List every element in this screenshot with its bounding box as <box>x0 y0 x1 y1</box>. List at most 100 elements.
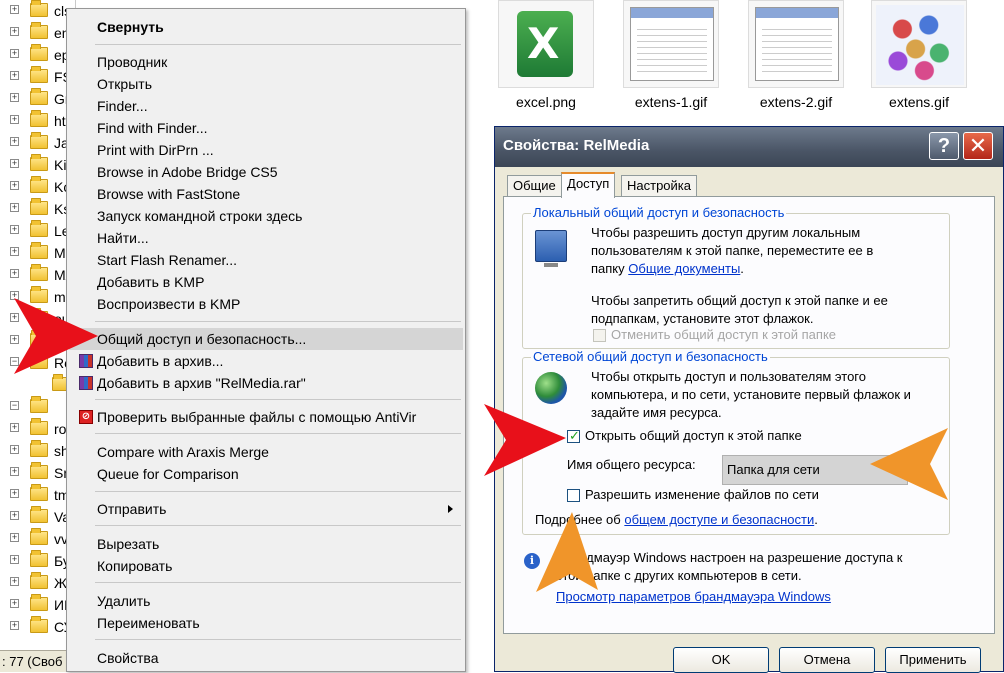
cancel-button[interactable]: Отмена <box>779 647 875 673</box>
expand-icon[interactable]: + <box>10 93 19 102</box>
menu-item[interactable]: Browse with FastStone <box>69 183 463 205</box>
menu-item[interactable]: Свернуть <box>69 16 463 38</box>
menu-item[interactable]: Воспроизвести в KMP <box>69 293 463 315</box>
tree-item[interactable]: + Бу <box>0 550 75 572</box>
tree-item[interactable]: + Va <box>0 506 75 528</box>
menu-item[interactable]: Добавить в архив "RelMedia.rar" <box>69 372 463 394</box>
thumbnail-extens-1[interactable]: extens-1.gif <box>616 0 726 110</box>
collapse-icon[interactable]: − <box>10 401 19 410</box>
tree-item[interactable]: + Le <box>0 220 75 242</box>
menu-item-label: Удалить <box>97 593 151 609</box>
menu-item[interactable]: Открыть <box>69 73 463 95</box>
tree-item[interactable]: − <box>0 396 75 418</box>
tree-item[interactable]: + vv <box>0 528 75 550</box>
expand-icon[interactable]: + <box>10 115 19 124</box>
menu-item[interactable]: Finder... <box>69 95 463 117</box>
ok-button[interactable]: OK <box>673 647 769 673</box>
help-button[interactable]: ? <box>929 132 959 160</box>
menu-item[interactable]: Browse in Adobe Bridge CS5 <box>69 161 463 183</box>
tab-general[interactable]: Общие <box>507 175 562 197</box>
menu-item[interactable]: Start Flash Renamer... <box>69 249 463 271</box>
tree-item[interactable]: + Kir <box>0 154 75 176</box>
menu-item-label: Запуск командной строки здесь <box>97 208 303 224</box>
allow-change-checkbox[interactable] <box>567 489 580 502</box>
context-menu: Свернуть Проводник Открыть Finder... Find wi… <box>66 8 466 672</box>
expand-icon[interactable]: + <box>10 71 19 80</box>
expand-icon[interactable]: + <box>10 467 19 476</box>
menu-item[interactable]: Удалить <box>69 590 463 612</box>
menu-item[interactable]: Найти... <box>69 227 463 249</box>
tree-item[interactable]: + Ks <box>0 198 75 220</box>
menu-item[interactable]: Find with Finder... <box>69 117 463 139</box>
tree-item[interactable]: + ep <box>0 44 75 66</box>
apply-button[interactable]: Применить <box>885 647 981 673</box>
expand-icon[interactable]: + <box>10 181 19 190</box>
menu-item[interactable]: Вырезать <box>69 533 463 555</box>
cubes-icon <box>871 0 967 88</box>
tab-customize[interactable]: Настройка <box>621 175 697 197</box>
expand-icon[interactable]: + <box>10 555 19 564</box>
tree-item[interactable]: + FS <box>0 66 75 88</box>
expand-icon[interactable]: + <box>10 621 19 630</box>
expand-icon[interactable]: + <box>10 489 19 498</box>
tree-item[interactable]: + ro <box>0 418 75 440</box>
menu-item[interactable]: Общий доступ и безопасность... <box>69 328 463 350</box>
menu-item[interactable]: Копировать <box>69 555 463 577</box>
menu-item[interactable]: Compare with Araxis Merge <box>69 441 463 463</box>
expand-icon[interactable]: + <box>10 27 19 36</box>
tree-item[interactable]: + Же <box>0 572 75 594</box>
tree-item[interactable]: + Sn <box>0 462 75 484</box>
tree-item[interactable] <box>0 374 75 396</box>
sharing-help-link[interactable]: общем доступе и безопасности <box>624 512 814 527</box>
tree-item[interactable]: + Ma <box>0 242 75 264</box>
tree-item[interactable]: + Gr <box>0 88 75 110</box>
expand-icon[interactable]: + <box>10 599 19 608</box>
expand-icon[interactable]: + <box>10 511 19 520</box>
thumbnail-excel[interactable]: X excel.png <box>491 0 601 110</box>
share-folder-checkbox[interactable]: ✓ <box>567 428 580 443</box>
tree-item[interactable]: + MA <box>0 264 75 286</box>
expand-icon[interactable]: + <box>10 445 19 454</box>
menu-item[interactable]: ⊘ Проверить выбранные файлы с помощью Ant… <box>69 406 463 428</box>
dialog-titlebar[interactable]: Свойства: RelMedia ? ✕ <box>495 127 1003 167</box>
menu-item[interactable]: Запуск командной строки здесь <box>69 205 463 227</box>
expand-icon[interactable]: + <box>10 577 19 586</box>
expand-icon[interactable]: + <box>10 159 19 168</box>
menu-item[interactable]: Отправить <box>69 498 463 520</box>
expand-icon[interactable]: + <box>10 225 19 234</box>
shared-documents-link[interactable]: Общие документы <box>628 261 740 276</box>
tree-item[interactable]: + ИК <box>0 594 75 616</box>
tree-item[interactable]: + Ko <box>0 176 75 198</box>
expand-icon[interactable]: + <box>10 137 19 146</box>
expand-icon[interactable]: + <box>10 269 19 278</box>
expand-icon[interactable]: + <box>10 203 19 212</box>
close-button[interactable]: ✕ <box>963 132 993 160</box>
unshare-checkbox[interactable] <box>593 329 606 342</box>
thumbnail-label: extens-2.gif <box>759 94 833 110</box>
thumbnail-extens-2[interactable]: extens-2.gif <box>741 0 851 110</box>
expand-icon[interactable]: + <box>10 423 19 432</box>
menu-item[interactable]: Проводник <box>69 51 463 73</box>
tree-item[interactable]: + htr <box>0 110 75 132</box>
menu-item[interactable]: Добавить в архив... <box>69 350 463 372</box>
tree-item[interactable]: + sh <box>0 440 75 462</box>
expand-icon[interactable]: + <box>10 49 19 58</box>
menu-item[interactable]: Добавить в KMP <box>69 271 463 293</box>
tree-item[interactable]: + Ja <box>0 132 75 154</box>
menu-item[interactable]: Queue for Comparison <box>69 463 463 485</box>
tab-sharing[interactable]: Доступ <box>561 172 616 198</box>
menu-item[interactable]: Переименовать <box>69 612 463 634</box>
expand-icon[interactable]: + <box>10 5 19 14</box>
menu-item-label: Проводник <box>97 54 168 70</box>
thumbnail-extens[interactable]: extens.gif <box>864 0 974 110</box>
tree-item[interactable]: + cls <box>0 0 75 22</box>
folder-icon <box>30 0 48 17</box>
tree-item[interactable]: + tm <box>0 484 75 506</box>
folder-icon <box>30 616 48 633</box>
expand-icon[interactable]: + <box>10 533 19 542</box>
tree-item[interactable]: + СУ <box>0 616 75 638</box>
menu-item[interactable]: Свойства <box>69 647 463 669</box>
menu-item[interactable]: Print with DirPrn ... <box>69 139 463 161</box>
expand-icon[interactable]: + <box>10 247 19 256</box>
tree-item[interactable]: + en <box>0 22 75 44</box>
